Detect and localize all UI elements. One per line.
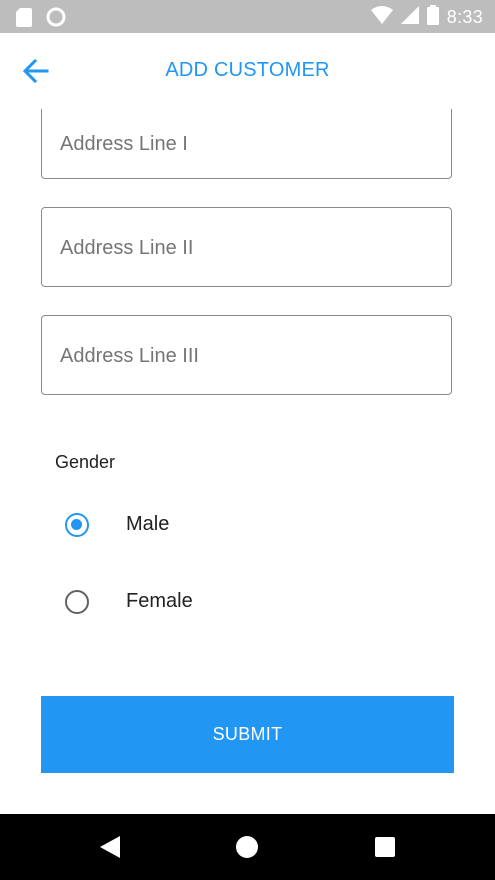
home-circle-icon bbox=[235, 836, 261, 864]
nav-recents-button[interactable] bbox=[373, 834, 399, 860]
gender-label: Gender bbox=[55, 452, 116, 472]
radio-male-label: Male bbox=[126, 513, 170, 535]
address-line-1-field[interactable] bbox=[41, 109, 452, 180]
nav-home-button[interactable] bbox=[235, 834, 261, 860]
radio-male[interactable] bbox=[65, 513, 89, 537]
sd-card-icon bbox=[16, 7, 32, 32]
navigation-bar bbox=[0, 814, 495, 880]
status-time: 8:33 bbox=[446, 7, 483, 27]
address-line-3-field[interactable] bbox=[41, 315, 452, 396]
page-title: ADD CUSTOMER bbox=[165, 59, 330, 81]
address-line-2-input[interactable] bbox=[58, 208, 432, 288]
cell-signal-icon bbox=[400, 6, 419, 29]
circle-notification-icon bbox=[46, 7, 66, 32]
nav-back-button[interactable] bbox=[98, 834, 124, 860]
recents-square-icon bbox=[373, 837, 397, 864]
submit-button[interactable]: SUBMIT bbox=[41, 696, 454, 773]
status-bar: 8:33 bbox=[0, 0, 495, 33]
battery-icon bbox=[426, 5, 439, 30]
address-line-3-input[interactable] bbox=[58, 316, 432, 396]
back-triangle-icon bbox=[98, 836, 122, 864]
address-line-2-field[interactable] bbox=[41, 207, 452, 288]
radio-female-label: Female bbox=[126, 590, 193, 612]
status-left bbox=[16, 7, 66, 32]
status-right: 8:33 bbox=[370, 5, 483, 30]
app-bar: ADD CUSTOMER bbox=[0, 33, 495, 109]
gender-option-female[interactable]: Female bbox=[56, 579, 356, 623]
wifi-icon bbox=[370, 6, 393, 29]
radio-female[interactable] bbox=[65, 590, 89, 614]
address-line-1-input[interactable] bbox=[58, 109, 432, 180]
gender-option-male[interactable]: Male bbox=[56, 502, 356, 546]
